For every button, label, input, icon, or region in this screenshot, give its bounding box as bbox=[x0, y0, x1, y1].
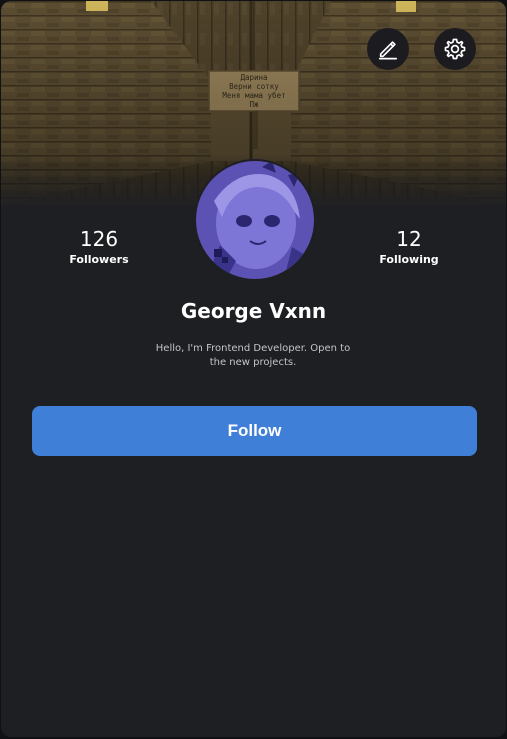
following-stat[interactable]: 12 Following bbox=[349, 227, 469, 267]
sign-line-3: Меня мама убет bbox=[222, 91, 286, 100]
cover-sign-text: Дарина Верни сотку Меня мама убет Пж bbox=[209, 73, 299, 109]
followers-label: Followers bbox=[69, 253, 129, 266]
follow-button[interactable]: Follow bbox=[32, 406, 477, 456]
profile-name: George Vxnn bbox=[180, 299, 327, 323]
gear-icon bbox=[444, 38, 466, 60]
settings-button[interactable] bbox=[434, 28, 476, 70]
avatar[interactable] bbox=[196, 161, 314, 279]
followers-count: 126 bbox=[79, 227, 119, 251]
sign-line-1: Дарина bbox=[240, 73, 268, 82]
sign-line-2: Верни сотку bbox=[229, 82, 279, 91]
following-count: 12 bbox=[396, 227, 422, 251]
profile-card: Дарина Верни сотку Меня мама убет Пж 126… bbox=[1, 1, 506, 737]
following-label: Following bbox=[379, 253, 439, 266]
pencil-icon bbox=[378, 41, 398, 60]
edit-profile-button[interactable] bbox=[367, 28, 409, 70]
followers-stat[interactable]: 126 Followers bbox=[39, 227, 159, 267]
profile-bio: Hello, I'm Frontend Developer. Open to t… bbox=[155, 343, 351, 368]
sign-line-4: Пж bbox=[249, 100, 259, 109]
